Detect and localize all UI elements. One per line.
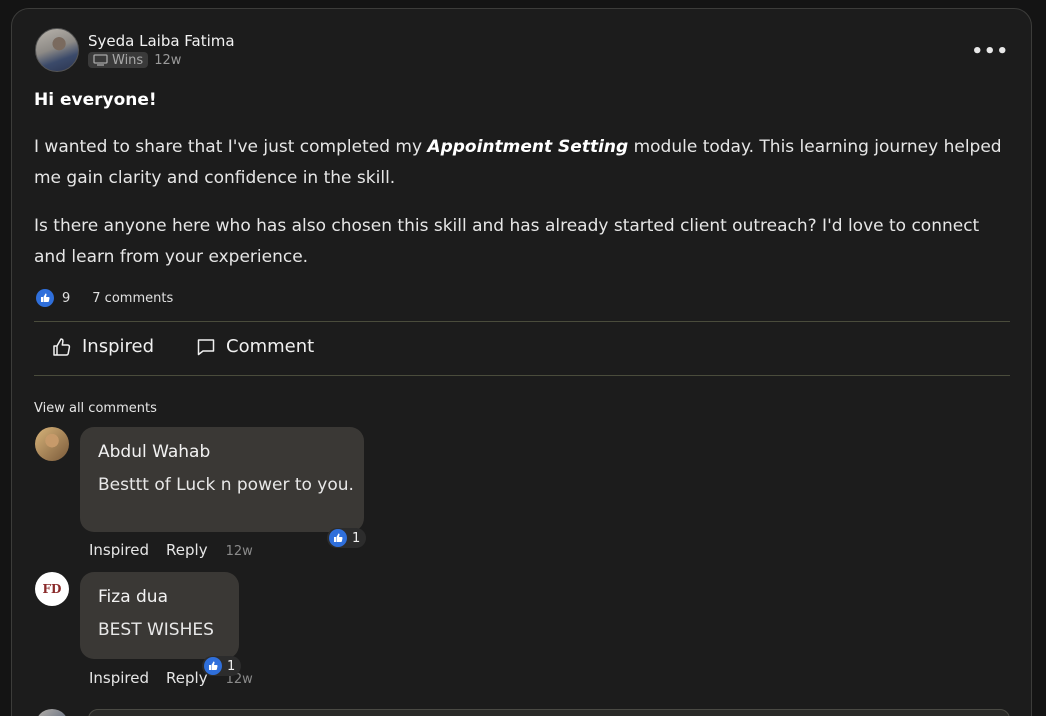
divider-top (34, 321, 1010, 322)
comment-age: 12w (225, 544, 253, 559)
skill-emphasis: Appointment Setting (427, 137, 629, 157)
post-greeting: Hi everyone! (34, 90, 157, 110)
post-paragraph-1: I wanted to share that I've just complet… (34, 137, 1002, 188)
comment-inspired-button[interactable]: Inspired (89, 541, 149, 559)
more-options-icon[interactable]: ••• (971, 41, 1009, 62)
comment-reaction-badge[interactable]: 1 (327, 528, 367, 548)
commenter-avatar[interactable]: FD (35, 572, 69, 606)
post-stats: 9 7 comments (36, 289, 173, 307)
comment-actions: Inspired Reply 12w (89, 541, 253, 559)
comment-button[interactable]: Comment (196, 336, 314, 357)
monitor-icon (93, 54, 108, 66)
thumbs-up-icon (53, 337, 71, 356)
comments-count-link[interactable]: 7 comments (92, 291, 173, 306)
comment-bubble: Abdul Wahab Besttt of Luck n power to yo… (80, 427, 364, 532)
inspired-label: Inspired (82, 336, 155, 357)
commenter-name[interactable]: Fiza dua (98, 587, 168, 607)
comment-text: BEST WISHES (98, 620, 214, 640)
thumbs-up-reaction-icon (329, 529, 347, 547)
comment-reaction-badge[interactable]: 1 (202, 656, 242, 676)
divider-bottom (34, 375, 1010, 376)
comment-label: Comment (226, 336, 315, 357)
author-avatar[interactable] (35, 28, 79, 72)
comment-input[interactable] (88, 709, 1010, 716)
comment-reaction-count: 1 (352, 530, 361, 546)
comment-reply-button[interactable]: Reply (166, 541, 208, 559)
thumbs-up-reaction-icon[interactable] (36, 289, 54, 307)
post-age: 12w (154, 52, 182, 68)
avatar-initials: FD (42, 582, 62, 596)
commenter-name[interactable]: Abdul Wahab (98, 442, 210, 462)
comment-bubble: Fiza dua BEST WISHES (80, 572, 239, 659)
comment-inspired-button[interactable]: Inspired (89, 669, 149, 687)
category-badge[interactable]: Wins (88, 52, 149, 68)
view-all-comments-link[interactable]: View all comments (34, 401, 157, 416)
reaction-count[interactable]: 9 (62, 291, 70, 306)
comment-reply-button[interactable]: Reply (166, 669, 208, 687)
comment-text: Besttt of Luck n power to you. (98, 475, 354, 495)
comment-reaction-count: 1 (227, 658, 236, 674)
post-paragraph-2: Is there anyone here who has also chosen… (34, 216, 980, 267)
commenter-avatar[interactable] (35, 427, 69, 461)
comment-icon (197, 338, 215, 355)
post-author-name[interactable]: Syeda Laiba Fatima (88, 32, 235, 50)
thumbs-up-reaction-icon (204, 657, 222, 675)
category-label: Wins (112, 52, 144, 68)
post-meta: Wins 12w (88, 52, 181, 68)
post-card: Syeda Laiba Fatima Wins 12w ••• Hi every… (11, 8, 1032, 716)
current-user-avatar (35, 709, 69, 716)
inspired-button[interactable]: Inspired (52, 336, 154, 357)
